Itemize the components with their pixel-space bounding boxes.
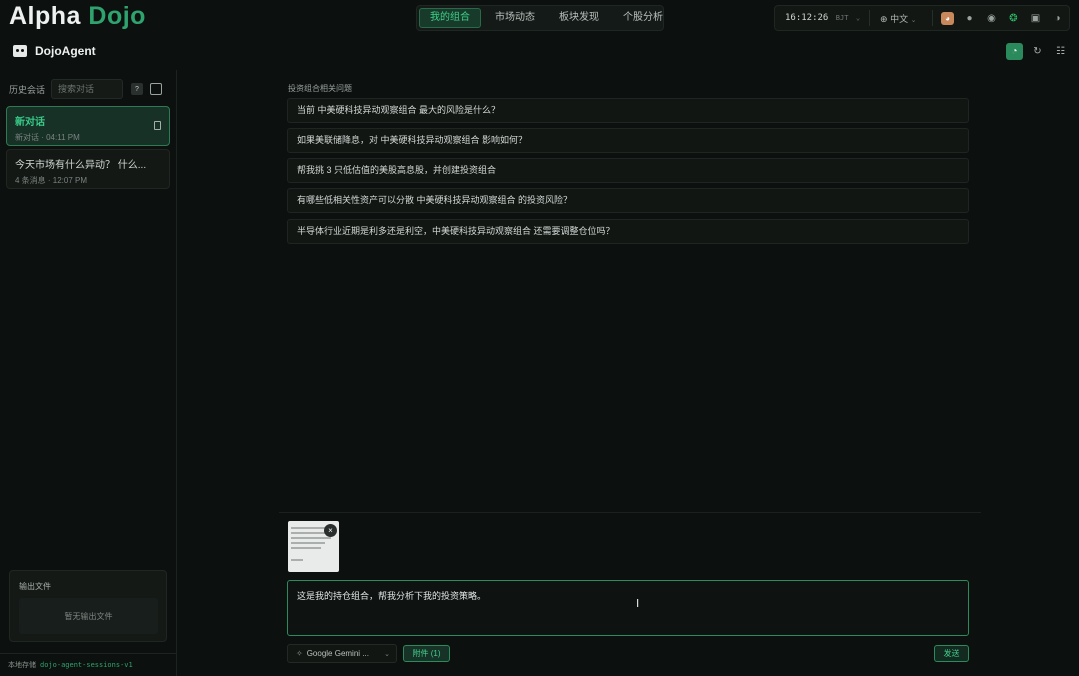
theme-icon[interactable]: ◑ [1051, 12, 1064, 25]
clock[interactable]: 16:12:26 BJT ⌄ [775, 13, 869, 23]
close-icon[interactable]: × [324, 524, 337, 537]
avatar-icon[interactable]: ◕ [941, 11, 954, 25]
language-label: 中文 [890, 13, 909, 24]
storage-key: dojo-agent-sessions-v1 [40, 661, 133, 669]
history-label: 历史会话 [9, 84, 46, 95]
tab-sector-discovery[interactable]: 板块发现 [549, 8, 609, 28]
tab-stock-analysis[interactable]: 个股分析 [613, 8, 673, 28]
globe-icon: ⊕ [880, 13, 888, 24]
agent-header: DojoAgent ◔ ↻ ☷ [0, 38, 1079, 66]
chevron-down-icon: ⌄ [855, 14, 861, 22]
book-icon[interactable]: ▣ [1029, 12, 1042, 25]
output-files-title: 输出文件 [19, 582, 51, 591]
clock-time: 16:12:26 [785, 13, 829, 23]
history-row: 历史会话 ? [9, 79, 169, 99]
app-logo[interactable]: Alpha Dojo [9, 2, 146, 31]
conversation-item-active[interactable]: 新对话 新对话 · 04:11 PM [6, 106, 170, 146]
help-button[interactable]: ? [131, 83, 143, 95]
robot-icon [13, 45, 27, 57]
status-cluster: 16:12:26 BJT ⌄ ⊕ 中文 ⌄ ◕ ● ◉ ❂ ▣ ◑ [774, 5, 1070, 31]
conversation-title: 新对话 [15, 117, 45, 128]
message-text: 这是我的持仓组合，帮我分析下我的投资策略。 [297, 591, 487, 601]
message-input[interactable]: 这是我的持仓组合，帮我分析下我的投资策略。 [287, 580, 969, 636]
model-selector[interactable]: ✧ Google Gemini ... ⌄ [287, 644, 397, 663]
conversation-title: 今天市场有什么异动？ 什么... [15, 160, 147, 171]
refresh-icon[interactable]: ↻ [1029, 43, 1046, 60]
clock-timezone: BJT [835, 14, 849, 22]
trash-icon[interactable] [154, 121, 161, 130]
top-bar: Alpha Dojo 我的组合 市场动态 板块发现 个股分析 16:12:26 … [0, 0, 1079, 36]
text-cursor-icon: I [636, 597, 640, 610]
wechat-icon[interactable]: ❂ [1007, 12, 1020, 25]
conversation-item[interactable]: 今天市场有什么异动？ 什么... 4 条消息 · 12:07 PM [6, 149, 170, 189]
chat-icon[interactable]: ◔ [1006, 43, 1023, 60]
suggestion-item[interactable]: 有哪些低相关性资产可以分散 中美硬科技异动观察组合 的投资风险？ [287, 188, 969, 213]
suggestion-item[interactable]: 当前 中美硬科技异动观察组合 最大的风险是什么？ [287, 98, 969, 123]
agent-title: DojoAgent [13, 44, 96, 58]
suggestion-item[interactable]: 如果美联储降息，对 中美硬科技异动观察组合 影响如何？ [287, 128, 969, 153]
sparkle-icon: ✧ [296, 649, 303, 658]
output-files-panel: 输出文件 暂无输出文件 [9, 570, 167, 642]
logo-text-alpha: Alpha [9, 2, 81, 30]
chevron-down-icon: ⌄ [910, 16, 917, 24]
main-nav: 我的组合 市场动态 板块发现 个股分析 [416, 5, 664, 31]
logo-text-dojo: Dojo [88, 2, 146, 30]
sidebar: 历史会话 ? 新对话 新对话 · 04:11 PM 今天市场有什么异动？ 什么.… [0, 70, 177, 676]
suggestion-item[interactable]: 帮我挑 3 只低估值的美股高息股，并创建投资组合 [287, 158, 969, 183]
conversation-meta: 新对话 · 04:11 PM [15, 133, 80, 142]
model-label: Google Gemini ... [306, 649, 369, 658]
github-icon[interactable]: ● [963, 12, 976, 25]
history-search-input[interactable] [51, 79, 123, 99]
send-button[interactable]: 发送 [934, 645, 969, 662]
conversation-meta: 4 条消息 · 12:07 PM [15, 176, 88, 185]
discord-icon[interactable]: ◉ [985, 12, 998, 25]
agent-title-text: DojoAgent [35, 44, 96, 58]
output-files-empty: 暂无输出文件 [19, 598, 158, 634]
agent-header-actions: ◔ ↻ ☷ [1006, 43, 1069, 60]
attach-button[interactable]: 附件 (1) [403, 645, 450, 662]
new-chat-icon[interactable] [150, 83, 162, 95]
tab-my-portfolio[interactable]: 我的组合 [419, 8, 481, 28]
storage-footer: 本地存储 dojo-agent-sessions-v1 [0, 653, 176, 676]
storage-label: 本地存储 [8, 662, 36, 669]
language-selector[interactable]: ⊕ 中文 ⌄ [870, 12, 932, 25]
suggestion-item[interactable]: 半导体行业近期是利多还是利空，中美硬科技异动观察组合 还需要调整仓位吗？ [287, 219, 969, 244]
header-icon-row: ◕ ● ◉ ❂ ▣ ◑ [933, 11, 1064, 25]
suggestions-title: 投资组合相关问题 [288, 84, 352, 93]
layout-icon[interactable]: ☷ [1052, 43, 1069, 60]
tab-market-news[interactable]: 市场动态 [485, 8, 545, 28]
chevron-down-icon: ⌄ [384, 650, 390, 658]
